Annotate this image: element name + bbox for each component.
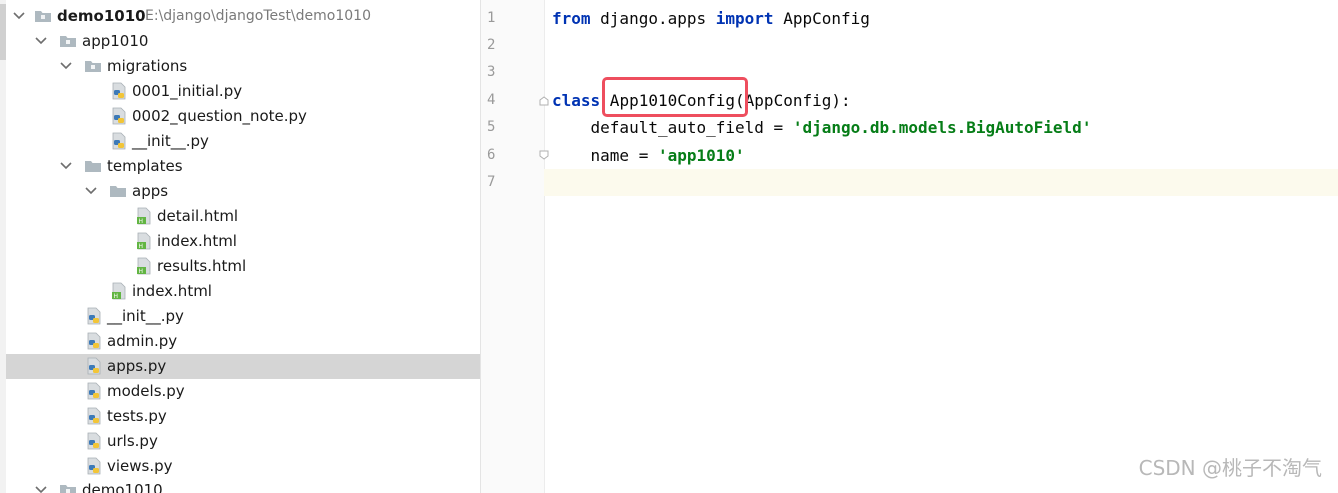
tree-item-tests-py[interactable]: tests.py: [6, 404, 480, 429]
tree-item-templates[interactable]: templates: [6, 154, 480, 179]
tree-item-label: demo1010: [82, 481, 163, 493]
python-file-icon: [87, 382, 101, 400]
tree-item-label: 0001_initial.py: [132, 82, 243, 100]
python-file-icon: [87, 407, 101, 425]
python-file-icon: [112, 107, 126, 125]
tree-item-apps-folder[interactable]: apps: [6, 179, 480, 204]
code-text: default_auto_field =: [552, 118, 793, 137]
string-literal: 'django.db.models.BigAutoField': [792, 118, 1092, 137]
tree-item-models-py[interactable]: models.py: [6, 379, 480, 404]
tree-item-views-py[interactable]: views.py: [6, 454, 480, 479]
tree-item-label: templates: [107, 157, 183, 175]
tree-item-label: index.html: [157, 232, 237, 250]
python-file-icon: [87, 432, 101, 450]
html-file-icon: H: [137, 207, 151, 225]
package-folder-icon: [60, 485, 76, 493]
python-file-icon: [112, 132, 126, 150]
folder-icon: [110, 186, 126, 197]
tree-item-apps-py[interactable]: apps.py: [6, 354, 480, 379]
folder-icon: [35, 11, 51, 22]
line-number: 4: [487, 92, 496, 108]
watermark: CSDN @桃子不淘气: [1138, 456, 1322, 480]
tree-item-templates-index-html[interactable]: H index.html: [6, 279, 480, 304]
tree-item-label: index.html: [132, 282, 212, 300]
tree-item-label: tests.py: [107, 407, 167, 425]
tree-item-label: results.html: [157, 257, 247, 275]
tree-item-label: views.py: [107, 457, 173, 475]
line-number: 6: [487, 147, 496, 163]
tree-item-label: demo1010: [57, 7, 146, 25]
chevron-down-icon[interactable]: [32, 481, 50, 493]
code-text: (AppConfig):: [735, 91, 851, 110]
html-file-icon: H: [137, 257, 151, 275]
fold-close-icon[interactable]: [539, 150, 549, 160]
string-literal: 'app1010': [657, 146, 745, 165]
python-file-icon: [87, 307, 101, 325]
line-number: 2: [487, 37, 496, 53]
tree-item-migrations[interactable]: migrations: [6, 54, 480, 79]
python-file-icon: [87, 457, 101, 475]
python-file-icon: [87, 357, 101, 375]
html-file-icon: H: [112, 282, 126, 300]
project-tree-panel: demo1010 E:\django\djangoTest\demo1010 a…: [0, 0, 481, 493]
tree-item-label: models.py: [107, 382, 185, 400]
keyword: import: [715, 9, 774, 28]
fold-open-icon[interactable]: [539, 96, 549, 106]
keyword: from: [552, 9, 591, 28]
package-folder-icon: [85, 61, 101, 72]
tree-item-demo1010-package[interactable]: demo1010: [6, 478, 480, 493]
highlight-annotation-box: [602, 77, 748, 117]
tree-item-admin-py[interactable]: admin.py: [6, 329, 480, 354]
package-folder-icon: [60, 36, 76, 47]
line-number: 3: [487, 64, 496, 80]
folder-icon: [85, 161, 101, 172]
code-text: AppConfig: [773, 9, 870, 28]
tree-item-label: 0002_question_note.py: [132, 107, 307, 125]
svg-text:H: H: [114, 293, 119, 300]
tree-item-migrations-init[interactable]: __init__.py: [6, 129, 480, 154]
line-number: 7: [487, 174, 496, 190]
tree-item-label: __init__.py: [132, 132, 209, 150]
python-file-icon: [112, 82, 126, 100]
code-text: name =: [552, 146, 658, 165]
project-path: E:\django\djangoTest\demo1010: [145, 8, 371, 24]
tree-item-app-init[interactable]: __init__.py: [6, 304, 480, 329]
tree-item-0002-question-note[interactable]: 0002_question_note.py: [6, 104, 480, 129]
tree-item-0001-initial[interactable]: 0001_initial.py: [6, 79, 480, 104]
html-file-icon: H: [137, 232, 151, 250]
chevron-down-icon[interactable]: [32, 32, 50, 50]
tree-item-root[interactable]: demo1010 E:\django\djangoTest\demo1010: [6, 4, 480, 29]
tree-item-label: apps: [132, 182, 169, 200]
tree-item-detail-html[interactable]: H detail.html: [6, 204, 480, 229]
keyword: class: [552, 91, 601, 110]
code-text: django.apps: [590, 9, 716, 28]
svg-text:H: H: [139, 268, 144, 275]
python-file-icon: [87, 332, 101, 350]
tree-item-urls-py[interactable]: urls.py: [6, 429, 480, 454]
line-number: 5: [487, 119, 496, 135]
svg-text:H: H: [139, 243, 144, 250]
code-line-1[interactable]: from django.apps import AppConfig: [552, 5, 870, 32]
tree-item-label: migrations: [107, 57, 188, 75]
tree-item-app1010[interactable]: app1010: [6, 29, 480, 54]
code-line-5[interactable]: default_auto_field = 'django.db.models.B…: [552, 114, 1092, 141]
tree-item-label: detail.html: [157, 207, 239, 225]
tree-item-label: app1010: [82, 32, 149, 50]
current-line-highlight: [544, 169, 1338, 196]
tree-item-results-html[interactable]: H results.html: [6, 254, 480, 279]
chevron-down-icon[interactable]: [57, 57, 75, 75]
tree-item-apps-index-html[interactable]: H index.html: [6, 229, 480, 254]
line-number: 1: [487, 10, 496, 26]
line-number-gutter: 1 2 3 4 5 6 7: [481, 0, 549, 493]
chevron-down-icon[interactable]: [82, 182, 100, 200]
code-editor[interactable]: 1 2 3 4 5 6 7 from django.apps import Ap…: [481, 0, 1338, 493]
tree-item-label: urls.py: [107, 432, 158, 450]
tree-item-label: apps.py: [107, 357, 167, 375]
code-line-6[interactable]: name = 'app1010': [552, 142, 745, 169]
tree-item-label: __init__.py: [107, 307, 184, 325]
svg-text:H: H: [139, 218, 144, 225]
chevron-down-icon[interactable]: [57, 157, 75, 175]
chevron-down-icon[interactable]: [10, 7, 28, 25]
tree-item-label: admin.py: [107, 332, 178, 350]
